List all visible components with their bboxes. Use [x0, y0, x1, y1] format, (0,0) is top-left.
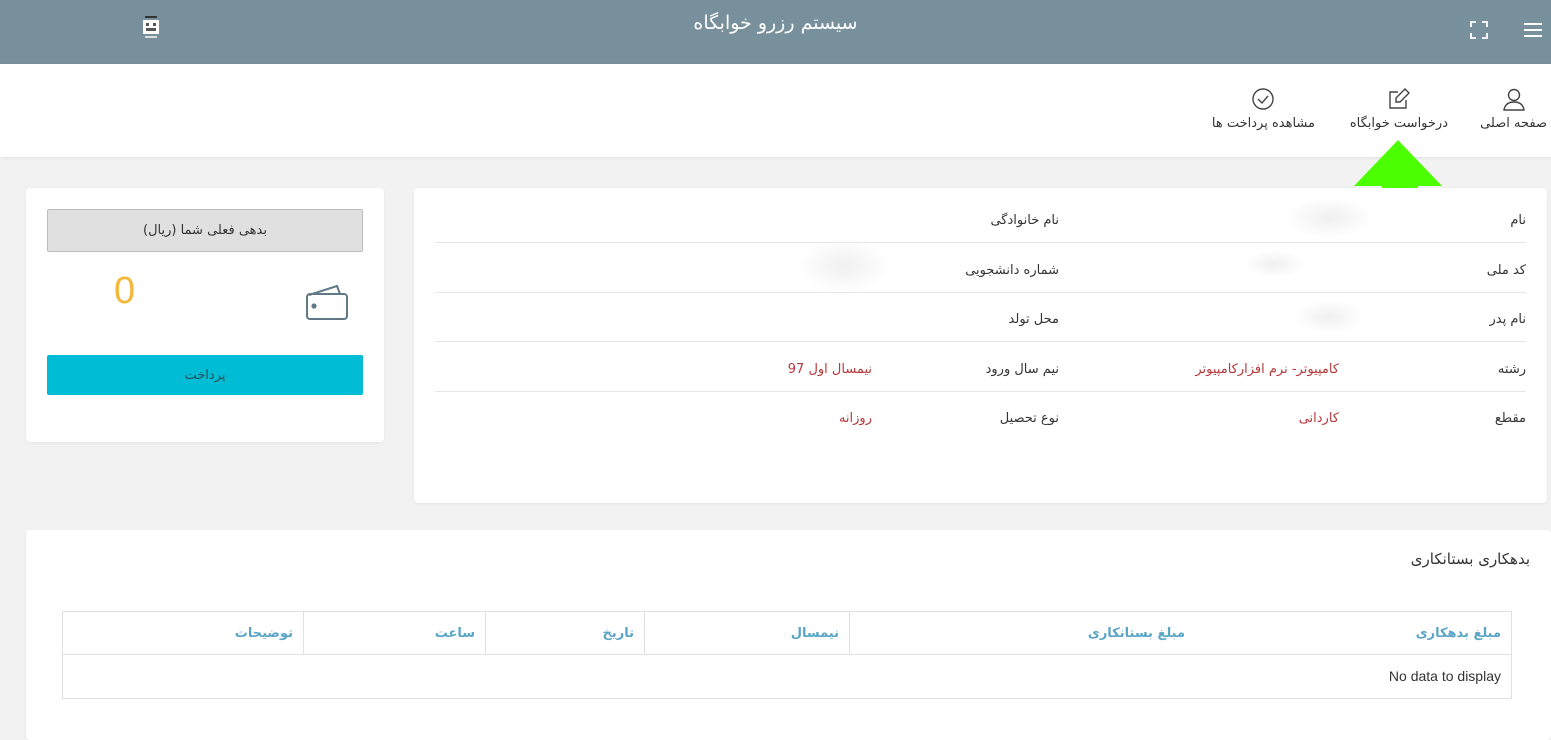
debit-credit-card: بدهکاری بستانکاری مبلغ بدهکاری مبلغ بستا…: [26, 530, 1551, 740]
nav-item-view-payments[interactable]: مشاهده پرداخت ها: [1212, 86, 1315, 131]
label-student-number: شماره دانشجویی: [965, 263, 1059, 278]
info-row-degree: مقطع کاردانی نوع تحصیل روزانه: [435, 391, 1526, 440]
nav-item-dorm-request[interactable]: درخواست خوابگاه: [1350, 86, 1448, 131]
nav-item-home[interactable]: صفحه اصلی: [1480, 86, 1547, 131]
user-icon: [1502, 88, 1525, 111]
balance-header: بدهی فعلی شما (ریال): [47, 209, 363, 252]
label-major: رشته: [1497, 362, 1526, 377]
edit-icon: [1389, 88, 1410, 109]
menu-icon[interactable]: [1521, 18, 1545, 42]
nav-item-label: مشاهده پرداخت ها: [1211, 116, 1315, 131]
redacted-blur: [1284, 198, 1374, 238]
check-circle-icon: [1252, 88, 1275, 110]
label-entry-semester: نیم سال ورود: [985, 362, 1059, 377]
fullscreen-icon[interactable]: [1469, 20, 1489, 40]
top-bar: سیستم رزرو خوابگاه: [0, 0, 1551, 64]
column-header-credit-amount[interactable]: مبلغ بستانکاری: [849, 612, 1195, 655]
redacted-blur: [1294, 300, 1364, 334]
pay-button[interactable]: پرداخت: [47, 355, 363, 395]
app-title: سیستم رزرو خوابگاه: [693, 12, 858, 34]
label-father-name: نام پدر: [1489, 312, 1526, 327]
balance-card: بدهی فعلی شما (ریال) 0 پرداخت: [26, 188, 384, 442]
column-header-debit-amount[interactable]: مبلغ بدهکاری: [1195, 612, 1511, 655]
column-header-semester[interactable]: نیمسال: [644, 612, 849, 655]
column-header-description[interactable]: توضیحات: [63, 612, 303, 655]
label-national-id: کد ملی: [1486, 263, 1526, 278]
column-header-time[interactable]: ساعت: [303, 612, 485, 655]
table-empty-message: No data to display: [1388, 668, 1501, 684]
info-row-major: رشته کامپیوتر- نرم افزارکامپیوتر نیم سال…: [435, 342, 1526, 392]
redacted-blur: [1244, 250, 1304, 278]
value-entry-semester: نیمسال اول 97: [787, 362, 872, 377]
debit-credit-title: بدهکاری بستانکاری: [1410, 550, 1530, 568]
label-study-type: نوع تحصیل: [999, 411, 1059, 426]
label-degree: مقطع: [1494, 411, 1526, 426]
value-degree: کاردانی: [1298, 411, 1339, 426]
nav-item-label: صفحه اصلی: [1480, 116, 1547, 131]
value-major: کامپیوتر- نرم افزارکامپیوتر: [1195, 362, 1339, 377]
value-study-type: روزانه: [838, 411, 872, 426]
label-birthplace: محل تولد: [1008, 312, 1059, 327]
nav-bar: صفحه اصلی درخواست خوابگاه مشاهده پرداخت …: [0, 64, 1551, 157]
redacted-blur: [799, 238, 889, 293]
balance-value: 0: [114, 270, 136, 312]
column-header-date[interactable]: تاریخ: [485, 612, 644, 655]
wallet-icon: [306, 284, 348, 320]
debit-credit-table: مبلغ بدهکاری مبلغ بستانکاری نیمسال تاریخ…: [62, 611, 1512, 699]
label-first-name: نام: [1510, 213, 1526, 228]
info-row-national-id: کد ملی شماره دانشجویی: [435, 243, 1526, 293]
nav-item-label: درخواست خوابگاه: [1349, 116, 1448, 131]
label-last-name: نام خانوادگی: [990, 213, 1059, 228]
student-info-card: نام نام خانوادگی کد ملی شماره دانشجویی ن…: [414, 188, 1547, 503]
logo-icon: [143, 16, 159, 38]
